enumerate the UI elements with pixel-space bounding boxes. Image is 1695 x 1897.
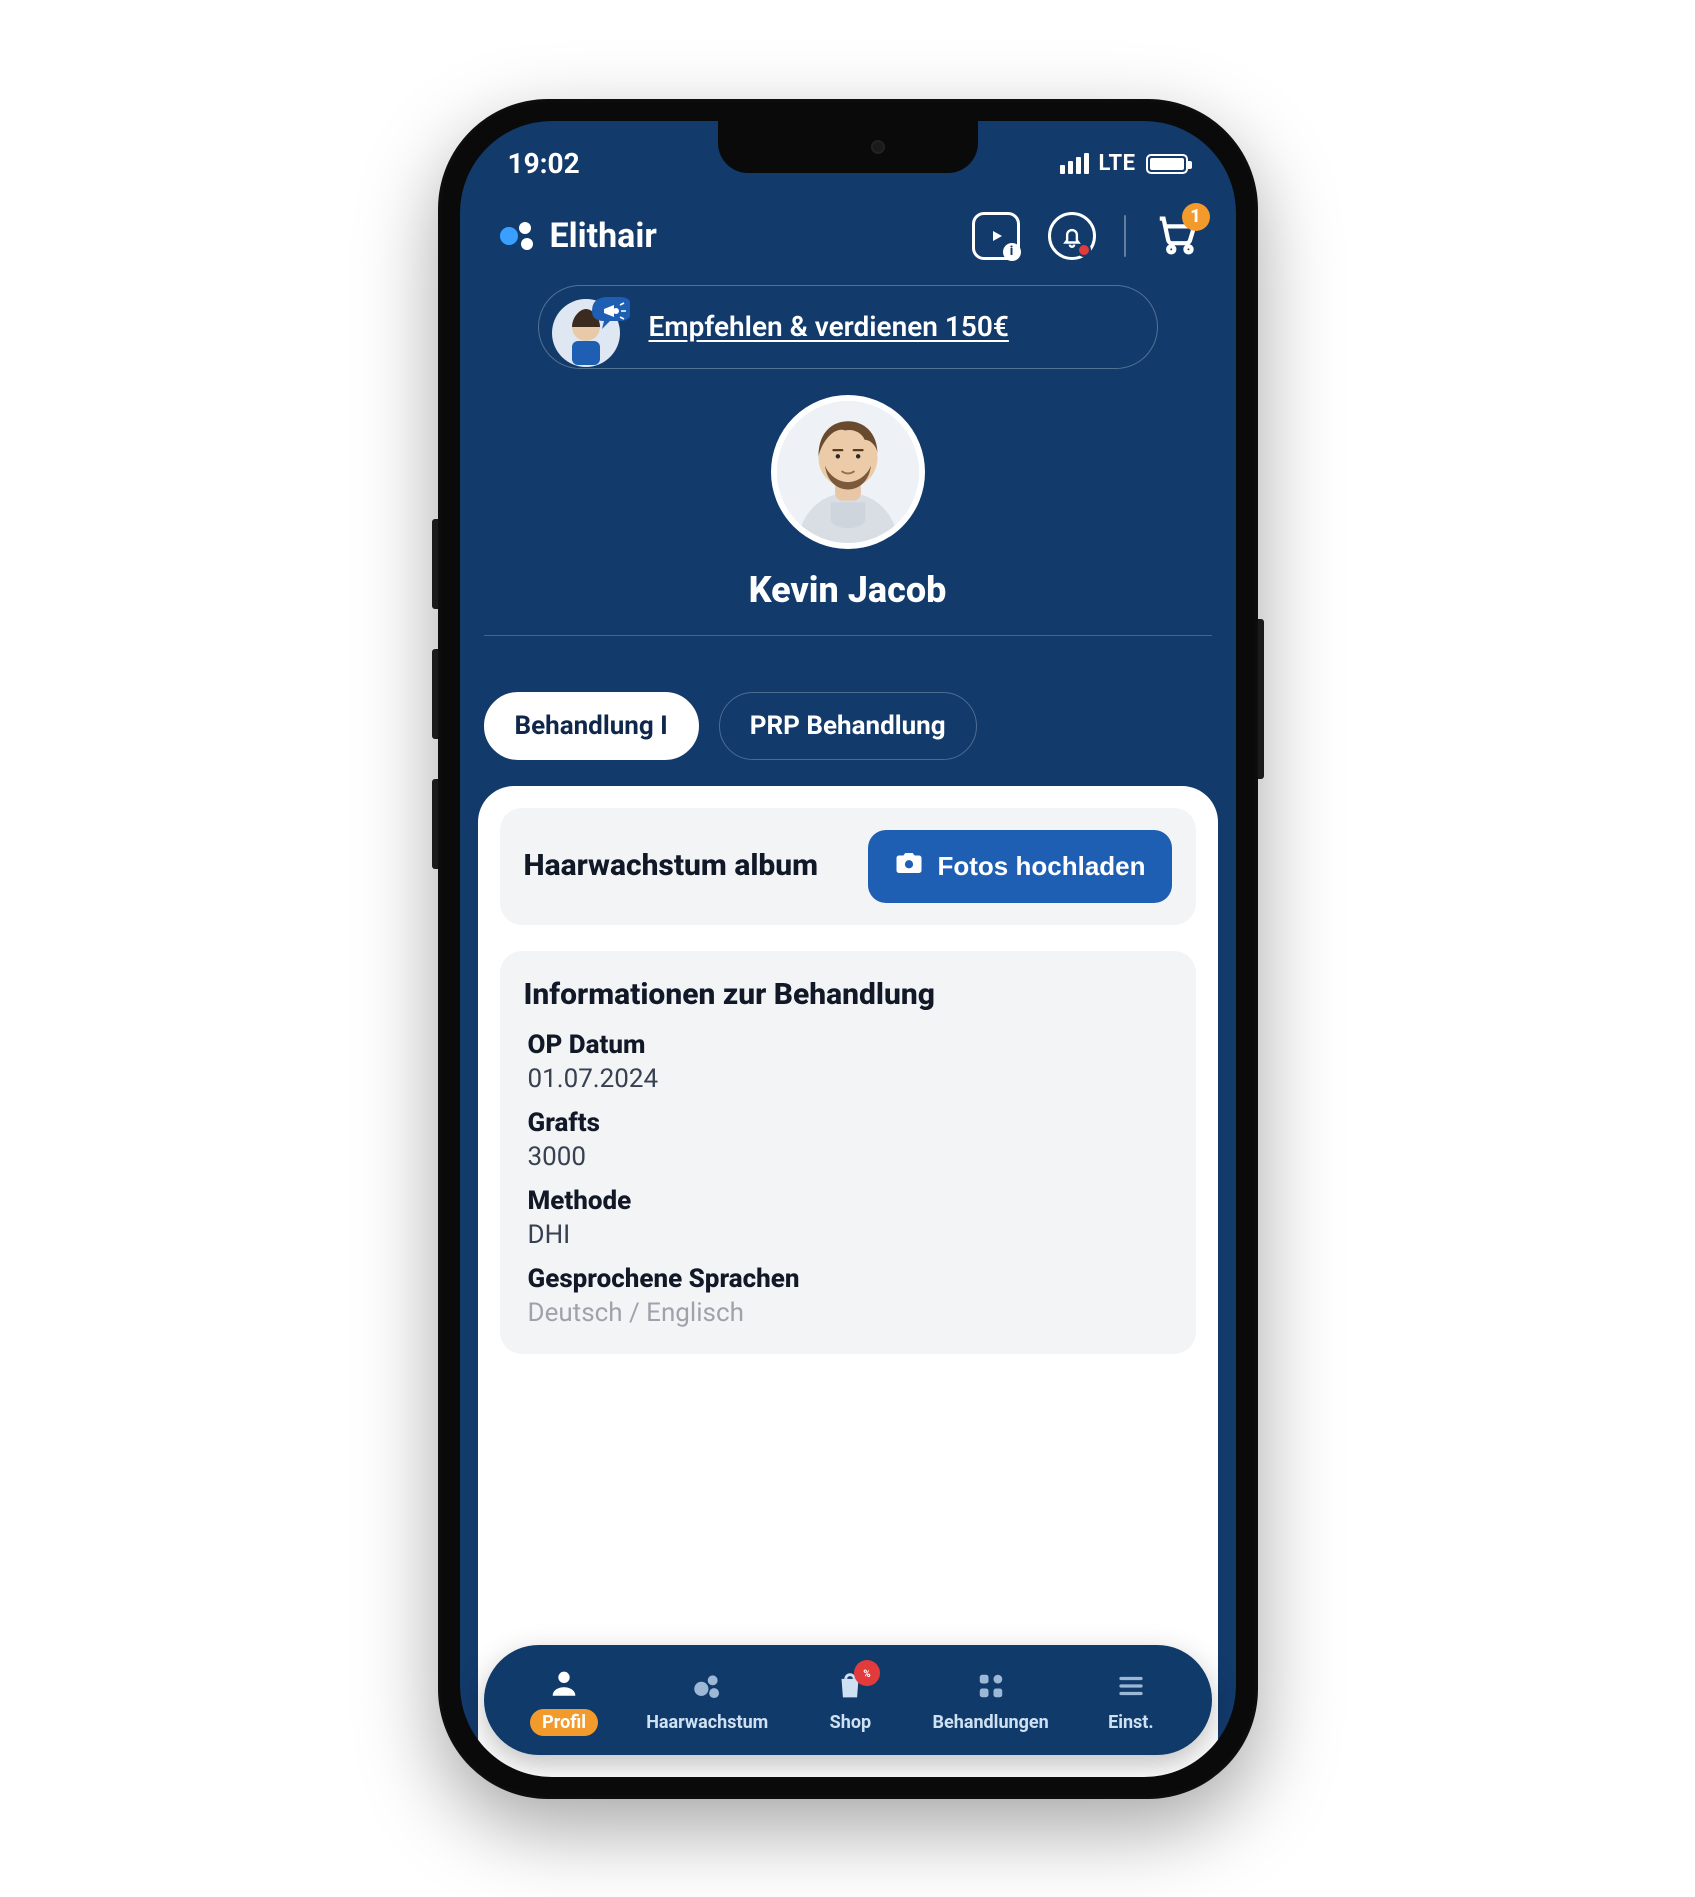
nav-haarwachstum[interactable]: Haarwachstum bbox=[646, 1666, 768, 1733]
cart-count-badge: 1 bbox=[1182, 203, 1210, 231]
svg-text:%: % bbox=[864, 1669, 871, 1680]
info-label: Methode bbox=[528, 1186, 1168, 1216]
referral-text: Empfehlen & verdienen 150€ bbox=[649, 310, 1009, 343]
notification-dot-icon bbox=[1077, 243, 1091, 257]
content-card: Haarwachstum album Fotos hochladen Infor… bbox=[478, 786, 1218, 1777]
upload-photos-label: Fotos hochladen bbox=[938, 851, 1146, 882]
bottom-nav: Profil Haarwachstum % Shop bbox=[484, 1645, 1212, 1755]
device-notch bbox=[718, 121, 978, 173]
sale-badge-icon: % bbox=[854, 1660, 880, 1686]
info-value: 01.07.2024 bbox=[528, 1064, 1168, 1094]
treatment-tabs: Behandlung I PRP Behandlung bbox=[460, 662, 1236, 760]
status-time: 19:02 bbox=[508, 147, 580, 180]
info-row: Grafts 3000 bbox=[528, 1108, 1168, 1172]
divider bbox=[484, 635, 1212, 636]
info-badge-icon: i bbox=[1003, 243, 1021, 261]
profile-avatar[interactable] bbox=[771, 395, 925, 549]
info-value: DHI bbox=[528, 1220, 1168, 1250]
nav-shop[interactable]: % Shop bbox=[795, 1666, 905, 1733]
referral-banner[interactable]: Empfehlen & verdienen 150€ bbox=[538, 285, 1158, 369]
divider bbox=[1124, 215, 1126, 257]
brand-name: Elithair bbox=[550, 216, 657, 256]
network-label: LTE bbox=[1099, 151, 1136, 176]
videos-button[interactable]: i bbox=[972, 212, 1020, 260]
album-panel: Haarwachstum album Fotos hochladen bbox=[500, 808, 1196, 925]
menu-icon bbox=[1111, 1666, 1151, 1706]
shop-icon: % bbox=[830, 1666, 870, 1706]
battery-icon bbox=[1146, 154, 1188, 174]
app-header: Elithair i 1 bbox=[460, 193, 1236, 271]
referral-avatar-icon bbox=[541, 282, 631, 372]
nav-behandlungen[interactable]: Behandlungen bbox=[933, 1666, 1049, 1733]
info-value: Deutsch / Englisch bbox=[528, 1298, 1168, 1328]
cart-button[interactable]: 1 bbox=[1154, 211, 1200, 261]
nav-label: Shop bbox=[830, 1712, 871, 1733]
brand[interactable]: Elithair bbox=[496, 215, 657, 257]
nav-label: Profil bbox=[530, 1709, 598, 1736]
nav-profil[interactable]: Profil bbox=[509, 1663, 619, 1736]
growth-icon bbox=[687, 1666, 727, 1706]
signal-icon bbox=[1060, 153, 1089, 174]
nav-einstellungen[interactable]: Einst. bbox=[1076, 1666, 1186, 1733]
info-row: Gesprochene Sprachen Deutsch / Englisch bbox=[528, 1264, 1168, 1328]
brand-logo-icon bbox=[496, 215, 538, 257]
notifications-button[interactable] bbox=[1048, 212, 1096, 260]
nav-label: Behandlungen bbox=[933, 1712, 1049, 1733]
profile-section: Kevin Jacob bbox=[460, 395, 1236, 662]
treatment-info-panel: Informationen zur Behandlung OP Datum 01… bbox=[500, 951, 1196, 1354]
tab-behandlung-1[interactable]: Behandlung I bbox=[484, 692, 699, 760]
camera-icon bbox=[894, 848, 924, 885]
nav-label: Haarwachstum bbox=[646, 1712, 768, 1733]
nav-label: Einst. bbox=[1108, 1712, 1154, 1733]
treatment-info-heading: Informationen zur Behandlung bbox=[524, 977, 1172, 1012]
screen: 19:02 LTE Elithair i bbox=[460, 121, 1236, 1777]
info-label: OP Datum bbox=[528, 1030, 1168, 1060]
person-icon bbox=[544, 1663, 584, 1703]
info-row: Methode DHI bbox=[528, 1186, 1168, 1250]
phone-frame: 19:02 LTE Elithair i bbox=[438, 99, 1258, 1799]
tab-prp-behandlung[interactable]: PRP Behandlung bbox=[719, 692, 977, 760]
info-row: OP Datum 01.07.2024 bbox=[528, 1030, 1168, 1094]
info-label: Gesprochene Sprachen bbox=[528, 1264, 1168, 1294]
info-value: 3000 bbox=[528, 1142, 1168, 1172]
grid-icon bbox=[971, 1666, 1011, 1706]
info-label: Grafts bbox=[528, 1108, 1168, 1138]
profile-name: Kevin Jacob bbox=[460, 569, 1236, 611]
upload-photos-button[interactable]: Fotos hochladen bbox=[868, 830, 1172, 903]
album-title: Haarwachstum album bbox=[524, 847, 819, 885]
